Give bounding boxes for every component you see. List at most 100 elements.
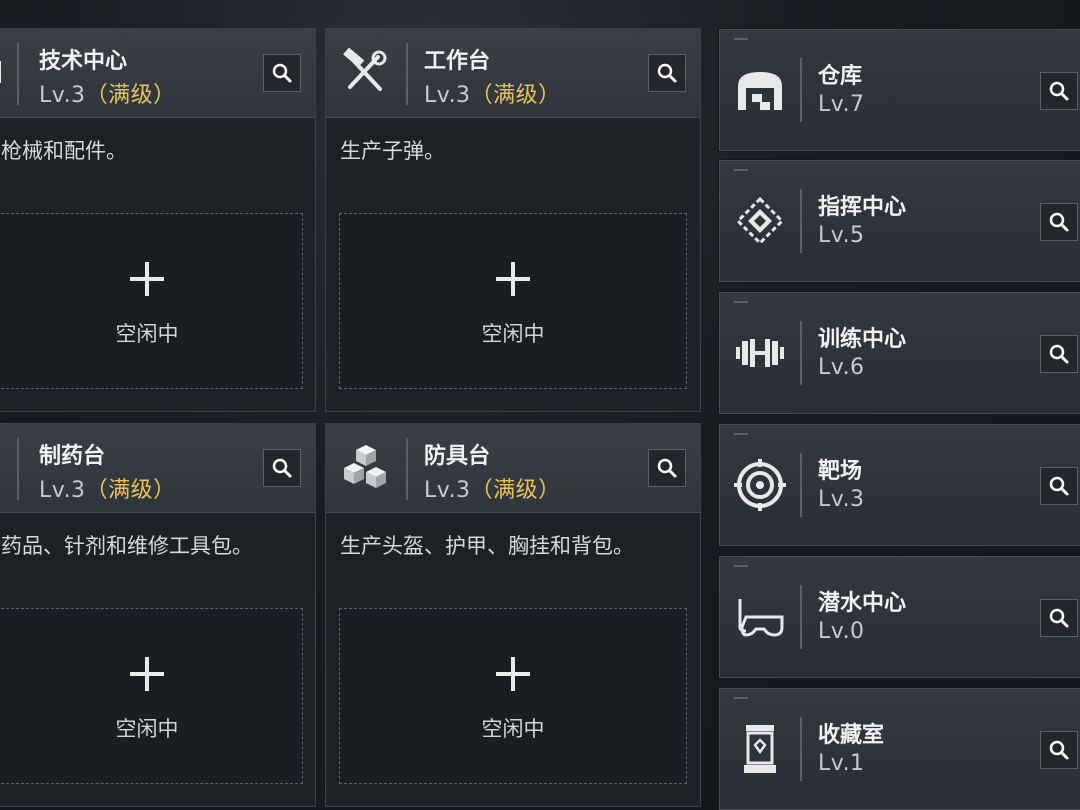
side-facility-shooting-range[interactable]: 靶场 Lv.3 bbox=[719, 424, 1080, 546]
level-value: Lv.3 bbox=[39, 83, 86, 108]
facility-name: 仓库 bbox=[818, 64, 863, 89]
search-icon bbox=[1049, 476, 1069, 496]
command-chip-icon bbox=[735, 196, 785, 246]
card-divider bbox=[800, 321, 802, 385]
diving-mask-icon bbox=[738, 599, 784, 637]
add-plus-icon bbox=[496, 262, 530, 296]
facility-name: 潜水中心 bbox=[818, 591, 907, 616]
search-icon bbox=[1049, 81, 1069, 101]
max-level-badge: （满级） bbox=[470, 478, 561, 503]
corner-tick bbox=[734, 38, 748, 40]
facility-name: 防具台 bbox=[424, 444, 491, 469]
search-button[interactable] bbox=[1040, 467, 1078, 505]
card-divider bbox=[800, 585, 802, 649]
card-divider bbox=[800, 189, 802, 253]
dumbbell-icon bbox=[736, 339, 784, 367]
search-icon bbox=[1049, 740, 1069, 760]
armor-cubes-icon bbox=[344, 445, 386, 488]
level-value: Lv.3 bbox=[424, 83, 471, 108]
slot-status: 空闲中 bbox=[481, 717, 545, 741]
level-value: Lv.3 bbox=[39, 478, 86, 503]
facility-level: Lv.1 bbox=[818, 751, 865, 776]
facility-level: Lv.0 bbox=[818, 619, 865, 644]
facility-name: 制药台 bbox=[39, 444, 106, 469]
facility-description: 药品、针剂和维修工具包。 bbox=[1, 534, 253, 558]
card-divider bbox=[800, 453, 802, 517]
search-button[interactable] bbox=[1040, 203, 1078, 241]
facility-card-tech-center[interactable]: 技术中心 Lv.3（满级） 枪械和配件。 空闲中 bbox=[0, 28, 316, 412]
target-icon bbox=[734, 459, 786, 511]
search-icon bbox=[657, 63, 677, 83]
add-plus-icon bbox=[130, 657, 164, 691]
side-facility-training-center[interactable]: 训练中心 Lv.6 bbox=[719, 292, 1080, 414]
corner-tick bbox=[734, 697, 748, 699]
facility-card-header: 制药台 Lv.3（满级） bbox=[0, 424, 315, 513]
hammer-wrench-icon bbox=[343, 47, 387, 91]
facility-card-header: 防具台 Lv.3（满级） bbox=[326, 424, 700, 513]
header-divider bbox=[406, 438, 408, 500]
facility-name: 工作台 bbox=[424, 49, 491, 74]
search-icon bbox=[1049, 608, 1069, 628]
production-slot[interactable]: 空闲中 bbox=[0, 213, 303, 389]
facility-level: Lv.3 bbox=[818, 487, 865, 512]
facility-level: Lv.3（满级） bbox=[424, 77, 561, 109]
slot-status: 空闲中 bbox=[115, 322, 179, 346]
card-divider bbox=[800, 717, 802, 781]
facility-card-armor-bench[interactable]: 防具台 Lv.3（满级） 生产头盔、护甲、胸挂和背包。 空闲中 bbox=[325, 423, 701, 807]
facility-name: 训练中心 bbox=[818, 327, 907, 352]
facility-level: Lv.3（满级） bbox=[39, 77, 176, 109]
side-facility-command-center[interactable]: 指挥中心 Lv.5 bbox=[719, 160, 1080, 282]
search-button[interactable] bbox=[1040, 335, 1078, 373]
facility-card-workbench[interactable]: 工作台 Lv.3（满级） 生产子弹。 空闲中 bbox=[325, 28, 701, 412]
corner-tick bbox=[734, 169, 748, 171]
search-button[interactable] bbox=[1040, 731, 1078, 769]
facility-card-header: 技术中心 Lv.3（满级） bbox=[0, 29, 315, 118]
card-divider bbox=[800, 58, 802, 122]
level-value: Lv.3 bbox=[424, 478, 471, 503]
facility-name: 指挥中心 bbox=[818, 195, 907, 220]
facility-description: 生产头盔、护甲、胸挂和背包。 bbox=[340, 534, 634, 558]
facility-description: 生产子弹。 bbox=[340, 139, 445, 163]
search-button[interactable] bbox=[263, 449, 301, 487]
warehouse-icon bbox=[738, 72, 782, 110]
search-button[interactable] bbox=[263, 54, 301, 92]
side-facility-diving-center[interactable]: 潜水中心 Lv.0 bbox=[719, 556, 1080, 678]
facility-name: 技术中心 bbox=[39, 49, 128, 74]
header-divider bbox=[17, 438, 19, 500]
add-plus-icon bbox=[496, 657, 530, 691]
facility-card-pharmacy[interactable]: 制药台 Lv.3（满级） 药品、针剂和维修工具包。 空闲中 bbox=[0, 423, 316, 807]
search-button[interactable] bbox=[648, 54, 686, 92]
facility-level: Lv.6 bbox=[818, 355, 865, 380]
search-icon bbox=[1049, 212, 1069, 232]
production-slot[interactable]: 空闲中 bbox=[0, 608, 303, 784]
max-level-badge: （满级） bbox=[85, 478, 176, 503]
search-icon bbox=[657, 458, 677, 478]
search-button[interactable] bbox=[648, 449, 686, 487]
corner-tick bbox=[734, 433, 748, 435]
max-level-badge: （满级） bbox=[470, 83, 561, 108]
slot-status: 空闲中 bbox=[481, 322, 545, 346]
facility-level: Lv.3（满级） bbox=[39, 472, 176, 504]
facility-name: 靶场 bbox=[818, 459, 863, 484]
facility-level: Lv.3（满级） bbox=[424, 472, 561, 504]
search-icon bbox=[272, 63, 292, 83]
corner-tick bbox=[734, 565, 748, 567]
max-level-badge: （满级） bbox=[85, 83, 176, 108]
facility-card-header: 工作台 Lv.3（满级） bbox=[326, 29, 700, 118]
facility-level: Lv.5 bbox=[818, 223, 865, 248]
search-button[interactable] bbox=[1040, 72, 1078, 110]
facility-name: 收藏室 bbox=[818, 723, 885, 748]
header-divider bbox=[406, 43, 408, 105]
search-icon bbox=[272, 458, 292, 478]
search-button[interactable] bbox=[1040, 599, 1078, 637]
side-facility-collection-room[interactable]: 收藏室 Lv.1 bbox=[719, 688, 1080, 810]
side-facility-warehouse[interactable]: 仓库 Lv.7 bbox=[719, 29, 1080, 151]
display-case-icon bbox=[744, 725, 776, 773]
production-slot[interactable]: 空闲中 bbox=[339, 213, 687, 389]
header-divider bbox=[17, 43, 19, 105]
facility-description: 枪械和配件。 bbox=[1, 139, 127, 163]
add-plus-icon bbox=[130, 262, 164, 296]
slot-status: 空闲中 bbox=[115, 717, 179, 741]
production-slot[interactable]: 空闲中 bbox=[339, 608, 687, 784]
corner-tick bbox=[734, 301, 748, 303]
